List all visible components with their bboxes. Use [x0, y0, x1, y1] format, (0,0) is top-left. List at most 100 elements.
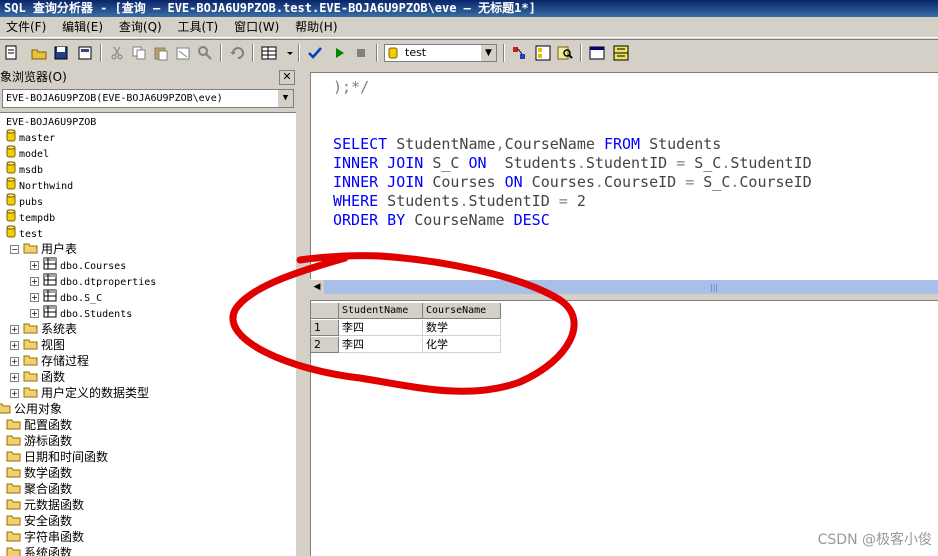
row-number[interactable]: 1 — [311, 320, 339, 336]
expand-icon[interactable]: + — [10, 373, 19, 382]
grid-corner[interactable] — [311, 303, 339, 319]
undo-icon[interactable] — [228, 44, 246, 62]
expand-icon[interactable]: + — [10, 325, 19, 334]
expand-icon[interactable]: + — [10, 341, 19, 350]
tree-database-test[interactable]: test — [6, 225, 43, 241]
code-line[interactable]: INNER JOIN Courses ON Courses.CourseID =… — [333, 173, 812, 191]
tree-function-folder-label: 安全函数 — [24, 514, 72, 528]
close-icon[interactable]: ✕ — [279, 70, 295, 85]
tree-function-folder[interactable]: 聚合函数 — [6, 481, 72, 497]
object-search-icon[interactable] — [556, 44, 574, 62]
tree-function-folder[interactable]: 数学函数 — [6, 465, 72, 481]
check-syntax-icon[interactable] — [306, 44, 324, 62]
tree-database-model[interactable]: model — [6, 145, 49, 161]
sql-token: S_C — [685, 154, 721, 172]
grid-cell[interactable]: 化学 — [423, 337, 501, 353]
tree-user-tables[interactable]: −用户表 — [10, 241, 77, 257]
expand-icon[interactable]: + — [10, 357, 19, 366]
tree-database-pubs-label: pubs — [19, 197, 43, 208]
object-browser: 象浏览器(O) ✕ EVE-BOJA6U9PZOB(EVE-BOJA6U9PZO… — [0, 68, 299, 555]
expand-icon[interactable]: + — [30, 293, 39, 302]
expand-icon[interactable]: + — [10, 389, 19, 398]
database-icon — [6, 177, 16, 194]
tree-function-folder[interactable]: 安全函数 — [6, 513, 72, 529]
expand-icon[interactable]: − — [10, 245, 19, 254]
database-icon — [6, 161, 16, 178]
tree-common-objects[interactable]: 公用对象 — [0, 401, 62, 417]
database-icon — [388, 47, 398, 64]
results-pane-icon[interactable] — [612, 44, 630, 62]
code-line[interactable]: );*/ — [333, 78, 369, 96]
tree-function-folder[interactable]: 元数据函数 — [6, 497, 84, 513]
clear-window-icon[interactable] — [174, 44, 192, 62]
tree-database-msdb[interactable]: msdb — [6, 161, 43, 177]
paste-icon[interactable] — [152, 44, 170, 62]
chevron-down-icon[interactable] — [281, 44, 291, 62]
row-number[interactable]: 2 — [311, 337, 339, 353]
menu-query[interactable]: 查询(Q) — [113, 17, 168, 37]
grid-cell[interactable]: 李四 — [339, 337, 423, 353]
display-plan-icon[interactable] — [510, 44, 528, 62]
tree-folder-item[interactable]: +函数 — [10, 369, 65, 385]
grid-column-header[interactable]: StudentName — [339, 303, 423, 319]
expand-icon[interactable]: + — [30, 261, 39, 270]
insert-template-icon[interactable] — [76, 44, 94, 62]
cut-icon[interactable] — [108, 44, 126, 62]
stop-icon[interactable] — [352, 44, 370, 62]
menu-window[interactable]: 窗口(W) — [228, 17, 285, 37]
scroll-left-icon[interactable]: ◀ — [310, 280, 324, 294]
tree-function-folder[interactable]: 字符串函数 — [6, 529, 84, 545]
tree-folder-item[interactable]: +存储过程 — [10, 353, 89, 369]
expand-icon[interactable]: + — [30, 277, 39, 286]
code-line[interactable]: SELECT StudentName,CourseName FROM Stude… — [333, 135, 721, 153]
query-editor[interactable]: );*/ SELECT StudentName,CourseName FROM S… — [310, 72, 938, 280]
grid-cell[interactable]: 数学 — [423, 320, 501, 336]
execute-icon[interactable] — [330, 44, 348, 62]
tree-table-item[interactable]: +dbo.S_C — [30, 289, 102, 305]
chevron-down-icon[interactable]: ▼ — [480, 45, 496, 61]
tree-function-folder[interactable]: 配置函数 — [6, 417, 72, 433]
tree-folder-item[interactable]: +系统表 — [10, 321, 77, 337]
object-browser-icon[interactable] — [534, 44, 552, 62]
save-icon[interactable] — [52, 44, 70, 62]
expand-icon[interactable]: + — [30, 309, 39, 318]
code-line[interactable]: ORDER BY CourseName DESC — [333, 211, 550, 229]
sql-keyword: INNER JOIN — [333, 154, 423, 172]
server-select[interactable]: EVE-BOJA6U9PZOB(EVE-BOJA6U9PZOB\eve) ▼ — [2, 89, 294, 108]
tree-server-root[interactable]: EVE-BOJA6U9PZOB — [6, 113, 96, 129]
chevron-down-icon[interactable]: ▼ — [278, 90, 293, 107]
grid-cell[interactable]: 李四 — [339, 320, 423, 336]
database-select[interactable]: test ▼ — [384, 44, 497, 62]
tree-database-tempdb[interactable]: tempdb — [6, 209, 55, 225]
tree-table-item[interactable]: +dbo.Courses — [30, 257, 126, 273]
code-line[interactable]: INNER JOIN S_C ON Students.StudentID = S… — [333, 154, 812, 172]
tree-database-pubs[interactable]: pubs — [6, 193, 43, 209]
scroll-grip-icon[interactable]: ||| — [710, 283, 718, 292]
tree-table-item[interactable]: +dbo.dtproperties — [30, 273, 156, 289]
tree-folder-item[interactable]: +视图 — [10, 337, 65, 353]
watermark: CSDN @极客小俊 — [818, 529, 932, 549]
code-line[interactable]: WHERE Students.StudentID = 2 — [333, 192, 586, 210]
results-grid-icon[interactable] — [260, 44, 278, 62]
menu-help[interactable]: 帮助(H) — [289, 17, 343, 37]
folder-icon — [6, 434, 21, 450]
tree-database-master[interactable]: master — [6, 129, 55, 145]
menu-file[interactable]: 文件(F) — [0, 17, 52, 37]
open-folder-icon[interactable] — [30, 44, 48, 62]
tree-function-folder[interactable]: 游标函数 — [6, 433, 72, 449]
menu-bar: 文件(F) 编辑(E) 查询(Q) 工具(T) 窗口(W) 帮助(H) — [0, 17, 938, 38]
copy-icon[interactable] — [130, 44, 148, 62]
tree-folder-item[interactable]: +用户定义的数据类型 — [10, 385, 149, 401]
properties-icon[interactable] — [588, 44, 606, 62]
tree-function-folder[interactable]: 系统函数 — [6, 545, 72, 556]
tree-table-item[interactable]: +dbo.Students — [30, 305, 132, 321]
tree-database-northwind[interactable]: Northwind — [6, 177, 73, 193]
editor-horizontal-scrollbar[interactable]: ◀ ||| — [310, 279, 938, 294]
find-icon[interactable] — [196, 44, 214, 62]
tree-database-model-label: model — [19, 149, 49, 160]
grid-column-header[interactable]: CourseName — [423, 303, 501, 319]
new-query-icon[interactable] — [2, 44, 20, 62]
menu-edit[interactable]: 编辑(E) — [56, 17, 109, 37]
menu-tools[interactable]: 工具(T) — [172, 17, 225, 37]
tree-function-folder[interactable]: 日期和时间函数 — [6, 449, 108, 465]
